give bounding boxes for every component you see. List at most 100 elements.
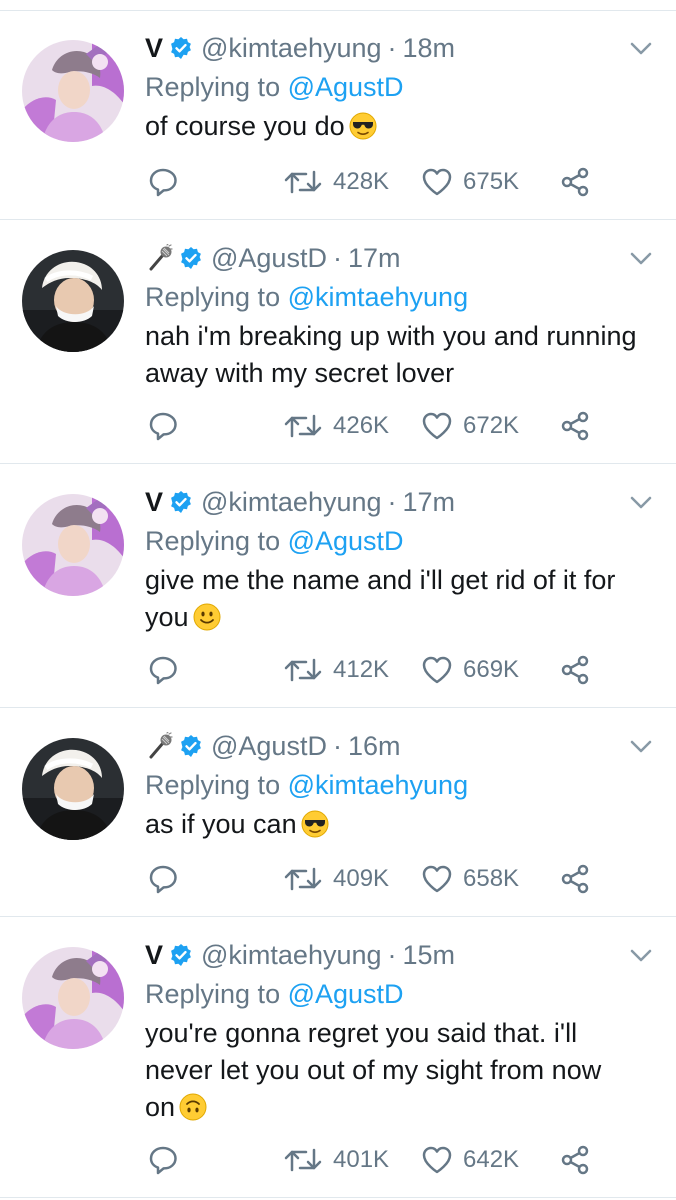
replying-to: Replying to @AgustD	[145, 72, 404, 103]
reply-button[interactable]	[147, 1142, 179, 1178]
reply-icon	[147, 166, 179, 198]
replying-to-label: Replying to	[145, 282, 288, 312]
avatar[interactable]	[22, 494, 124, 596]
reply-button[interactable]	[147, 652, 179, 688]
tweet-header: V @kimtaehyung · 15m	[145, 937, 455, 973]
chevron-down-icon[interactable]	[630, 740, 652, 754]
replying-to: Replying to @kimtaehyung	[145, 770, 468, 801]
tweet-text-line: give me the name and i'll get rid of it …	[145, 565, 616, 595]
handle[interactable]: @kimtaehyung	[201, 33, 382, 64]
like-button[interactable]: 672K	[421, 408, 519, 444]
sunglasses-emoji	[301, 810, 329, 838]
tweet-header: V @kimtaehyung · 17m	[145, 484, 455, 520]
avatar[interactable]	[22, 250, 124, 352]
avatar[interactable]	[22, 40, 124, 142]
tweet-actions: 428K 675K	[145, 164, 655, 200]
tweet[interactable]: @AgustD · 16m Replying to @kimtaehyung as if…	[0, 708, 676, 917]
verified-badge-icon	[169, 490, 193, 514]
retweet-icon	[283, 410, 323, 442]
reply-button[interactable]	[147, 408, 179, 444]
like-count: 642K	[463, 1146, 520, 1173]
like-button[interactable]: 675K	[421, 164, 519, 200]
retweet-icon	[283, 166, 323, 198]
tweet-thread: V @kimtaehyung · 18m Replying to @AgustD of c…	[0, 0, 676, 1200]
reply-icon	[147, 410, 179, 442]
timestamp[interactable]: 18m	[403, 33, 456, 64]
reply-icon	[147, 863, 179, 895]
tweet-text: you're gonna regret you said that. i'll n…	[145, 1015, 655, 1126]
like-button[interactable]: 642K	[421, 1142, 519, 1178]
like-button[interactable]: 658K	[421, 861, 519, 897]
chevron-down-icon[interactable]	[630, 42, 652, 56]
like-button[interactable]: 669K	[421, 652, 519, 688]
timestamp[interactable]: 16m	[348, 731, 401, 762]
retweet-count: 426K	[333, 412, 390, 439]
chevron-down-icon[interactable]	[630, 252, 652, 266]
retweet-button[interactable]: 412K	[283, 652, 389, 688]
heart-icon	[421, 410, 453, 442]
share-icon	[559, 1144, 591, 1176]
replying-to: Replying to @AgustD	[145, 526, 404, 557]
retweet-button[interactable]: 428K	[283, 164, 389, 200]
handle[interactable]: @kimtaehyung	[201, 487, 382, 518]
timestamp[interactable]: 17m	[403, 487, 456, 518]
tweet[interactable]: V @kimtaehyung · 17m Replying to @AgustD give…	[0, 464, 676, 708]
reply-mention-link[interactable]: @AgustD	[288, 72, 404, 102]
share-icon	[559, 166, 591, 198]
chevron-down-icon[interactable]	[630, 496, 652, 510]
retweet-button[interactable]: 401K	[283, 1142, 389, 1178]
share-button[interactable]	[559, 408, 591, 444]
share-button[interactable]	[559, 861, 591, 897]
retweet-button[interactable]: 426K	[283, 408, 389, 444]
upside-down-emoji	[179, 1093, 207, 1121]
handle[interactable]: @AgustD	[211, 243, 327, 274]
tweet-text: of course you do	[145, 108, 655, 145]
heart-icon	[421, 863, 453, 895]
tweet[interactable]: @AgustD · 17m Replying to @kimtaehyung nah i…	[0, 220, 676, 464]
retweet-count: 409K	[333, 865, 390, 892]
reply-button[interactable]	[147, 861, 179, 897]
display-name[interactable]: V	[145, 940, 163, 971]
tweet-text-line: nah i'm breaking up with you and running	[145, 321, 637, 351]
reply-button[interactable]	[147, 164, 179, 200]
reply-mention-link[interactable]: @AgustD	[288, 526, 404, 556]
tweet-text: give me the name and i'll get rid of it …	[145, 562, 655, 636]
timestamp[interactable]: 17m	[348, 243, 401, 274]
verified-badge-icon	[169, 36, 193, 60]
tweet-text-line: away with my secret lover	[145, 358, 455, 388]
display-name[interactable]: V	[145, 33, 163, 64]
reply-mention-link[interactable]: @kimtaehyung	[288, 282, 469, 312]
tweet[interactable]: V @kimtaehyung · 15m Replying to @AgustD you'…	[0, 917, 676, 1198]
replying-to-label: Replying to	[145, 72, 288, 102]
replying-to: Replying to @kimtaehyung	[145, 282, 468, 313]
display-name[interactable]: V	[145, 487, 163, 518]
share-button[interactable]	[559, 164, 591, 200]
tweet-text-line: you	[145, 602, 189, 632]
handle[interactable]: @AgustD	[211, 731, 327, 762]
share-icon	[559, 654, 591, 686]
microphone-icon	[147, 731, 173, 760]
retweet-count: 412K	[333, 656, 390, 683]
reply-mention-link[interactable]: @kimtaehyung	[288, 770, 469, 800]
retweet-button[interactable]: 409K	[283, 861, 389, 897]
chevron-down-icon[interactable]	[630, 949, 652, 963]
reply-mention-link[interactable]: @AgustD	[288, 979, 404, 1009]
sunglasses-emoji	[349, 112, 377, 140]
verified-badge-icon	[169, 943, 193, 967]
replying-to-label: Replying to	[145, 770, 288, 800]
avatar[interactable]	[22, 947, 124, 1049]
heart-icon	[421, 1144, 453, 1176]
retweet-count: 428K	[333, 168, 390, 195]
tweet-text: nah i'm breaking up with you and running…	[145, 318, 655, 392]
tweet-text-line: of course you do	[145, 111, 345, 141]
tweet-text-line: as if you can	[145, 809, 297, 839]
separator-dot: ·	[387, 32, 397, 63]
avatar[interactable]	[22, 738, 124, 840]
tweet[interactable]: V @kimtaehyung · 18m Replying to @AgustD of c…	[0, 10, 676, 220]
share-button[interactable]	[559, 652, 591, 688]
retweet-count: 401K	[333, 1146, 390, 1173]
separator-dot: ·	[387, 939, 397, 970]
handle[interactable]: @kimtaehyung	[201, 940, 382, 971]
timestamp[interactable]: 15m	[403, 940, 456, 971]
share-button[interactable]	[559, 1142, 591, 1178]
